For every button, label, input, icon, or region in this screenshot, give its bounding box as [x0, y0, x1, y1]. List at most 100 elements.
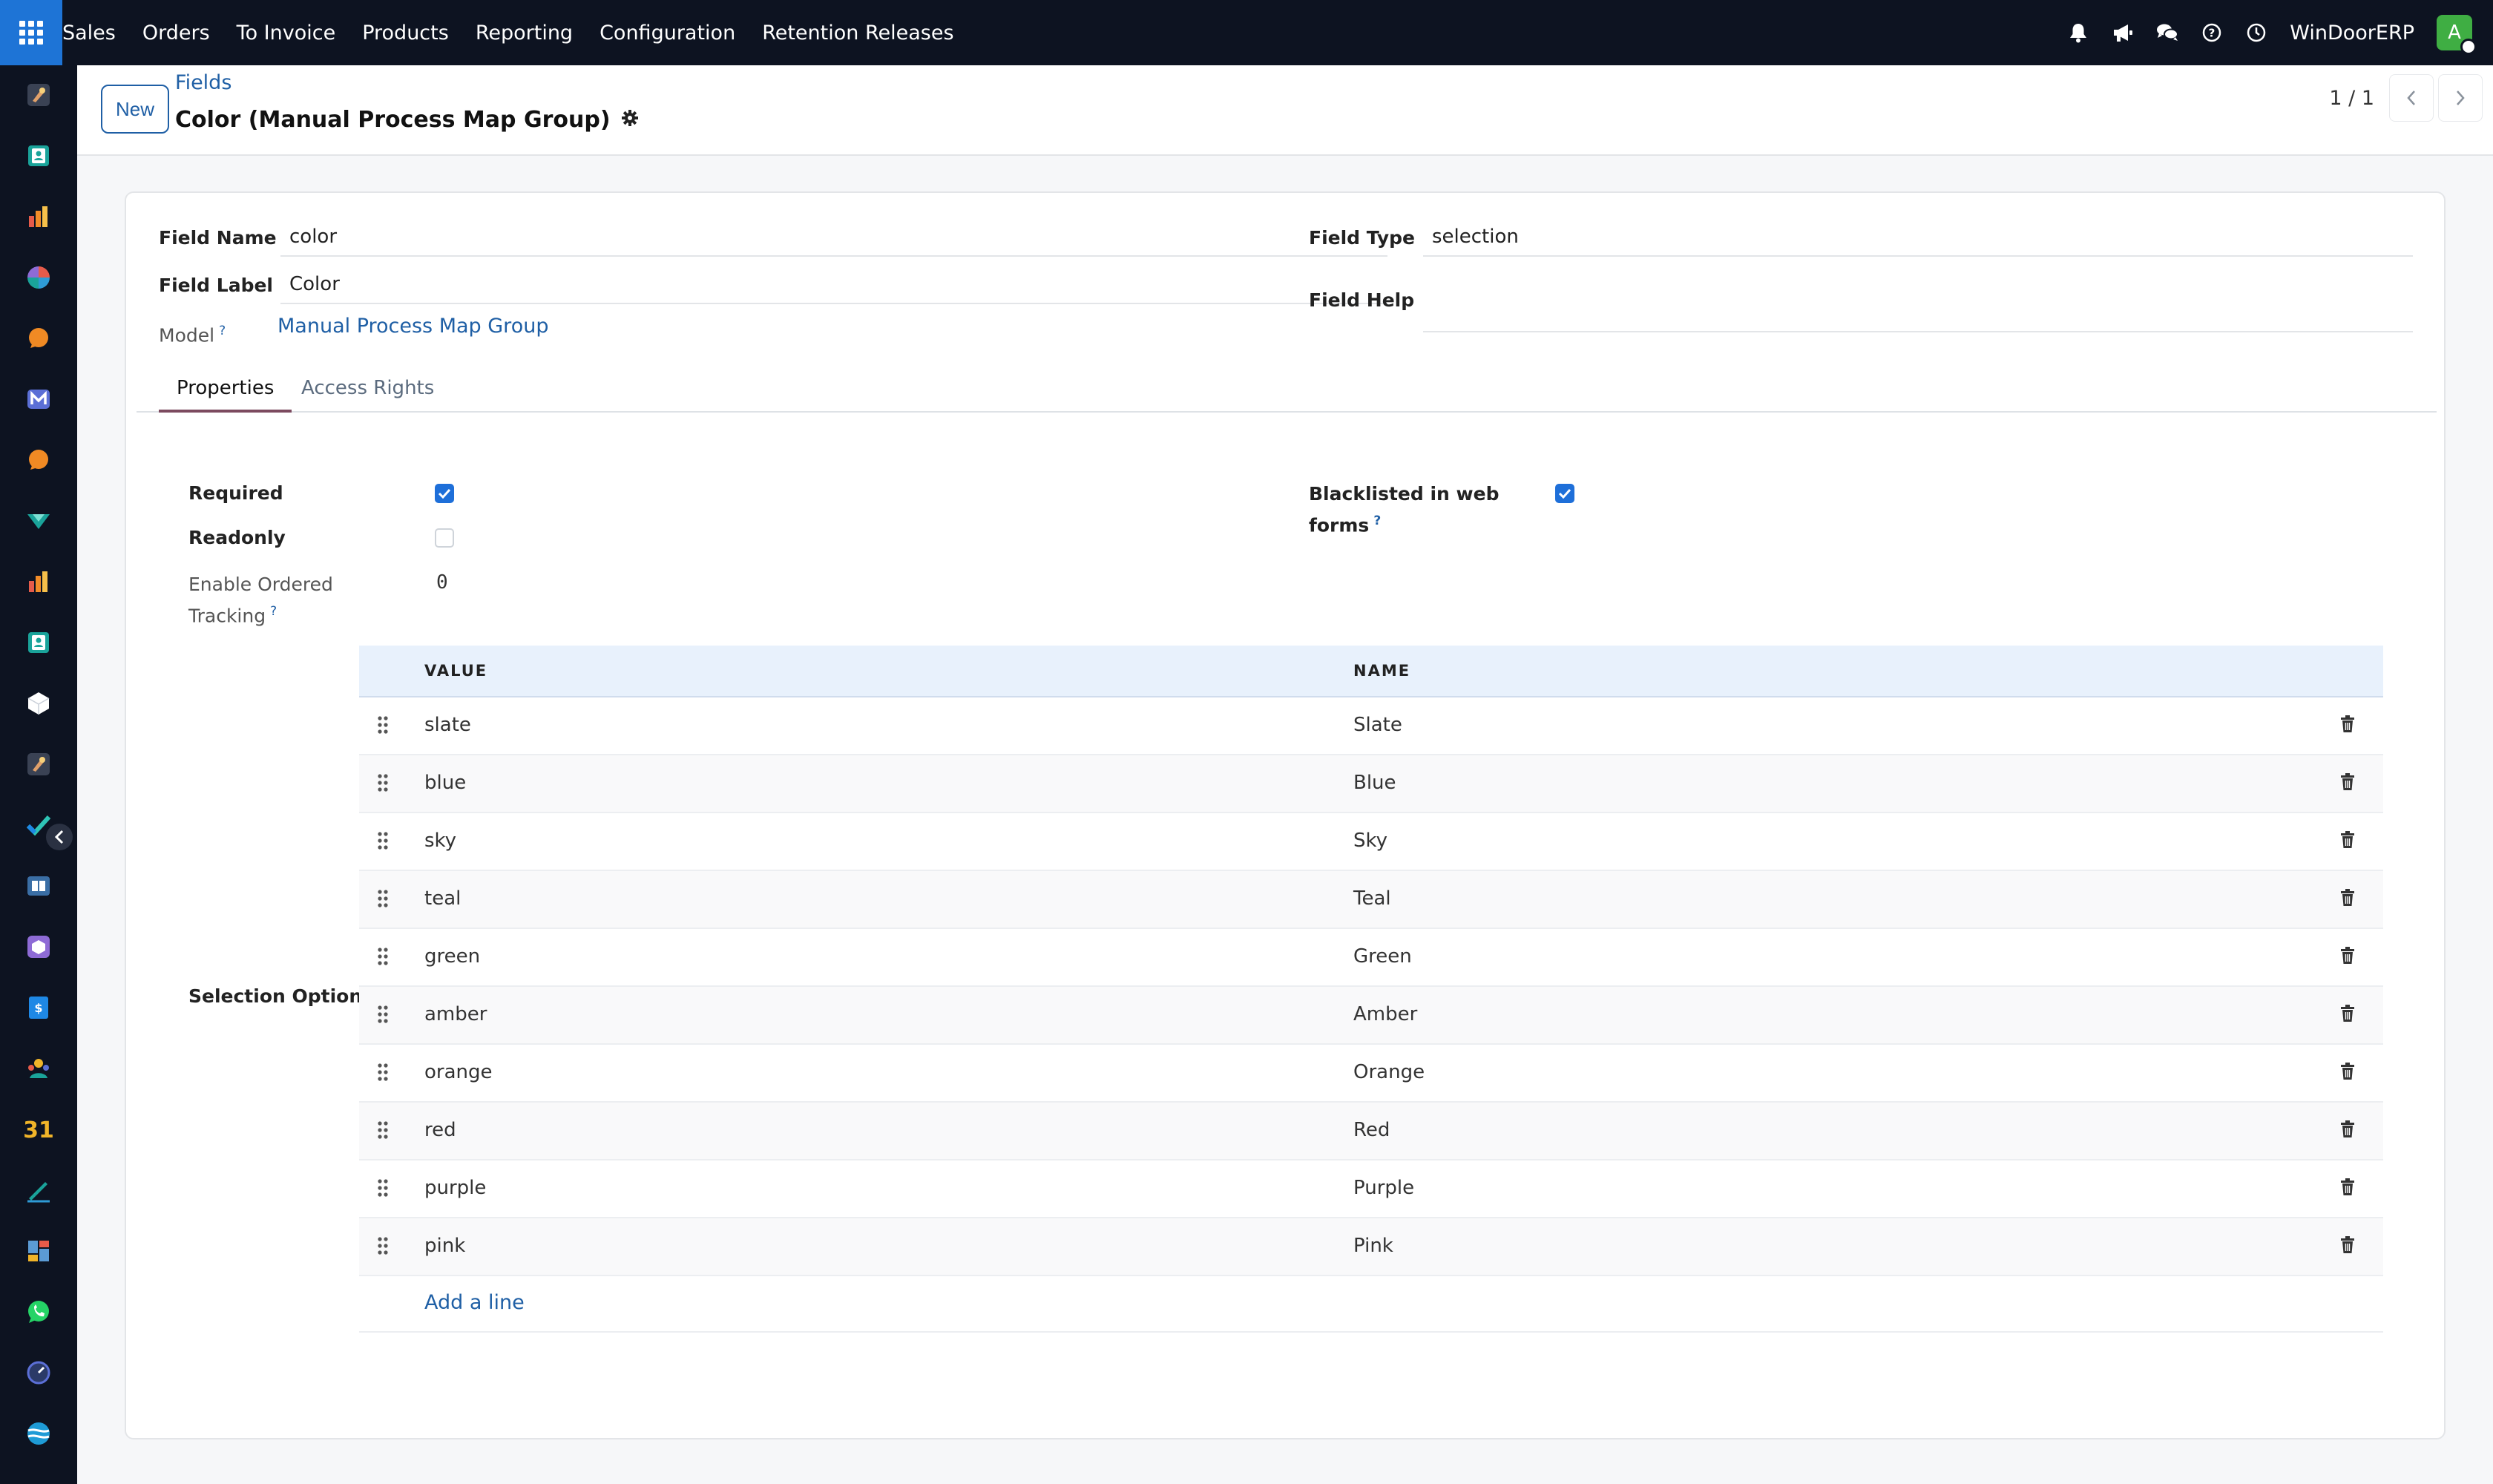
drag-handle-icon[interactable]	[377, 947, 389, 969]
required-checkbox[interactable]	[435, 484, 454, 503]
field-type-select[interactable]: selection	[1423, 218, 2413, 257]
cell-value[interactable]: green	[424, 945, 480, 968]
column-header-value[interactable]: VALUE	[424, 662, 487, 680]
table-row[interactable]: purple Purple	[359, 1160, 2383, 1218]
app-calendar-icon[interactable]: 31	[24, 1114, 53, 1144]
cell-value[interactable]: amber	[424, 1003, 487, 1025]
menu-reporting[interactable]: Reporting	[462, 22, 586, 45]
app-sign-icon[interactable]	[24, 1175, 53, 1205]
app-packages-icon[interactable]	[24, 932, 53, 962]
tab-properties[interactable]: Properties	[159, 365, 292, 413]
drag-handle-icon[interactable]	[377, 831, 389, 853]
cell-name[interactable]: Orange	[1353, 1061, 1425, 1083]
drag-handle-icon[interactable]	[377, 1120, 389, 1143]
app-discuss-icon[interactable]	[24, 263, 53, 292]
cell-name[interactable]: Green	[1353, 945, 1412, 968]
app-team-icon[interactable]	[24, 1054, 53, 1083]
table-row[interactable]: amber Amber	[359, 987, 2383, 1045]
table-row[interactable]: green Green	[359, 929, 2383, 987]
menu-products[interactable]: Products	[349, 22, 462, 45]
sidebar-collapse-button[interactable]	[46, 824, 73, 850]
field-help-input[interactable]	[1423, 306, 2413, 332]
app-stats-icon[interactable]	[24, 567, 53, 597]
app-contacts-icon[interactable]	[24, 141, 53, 171]
cell-value[interactable]: teal	[424, 887, 461, 910]
cell-name[interactable]: Slate	[1353, 714, 1402, 736]
app-cookbook-icon[interactable]	[24, 80, 53, 110]
drag-handle-icon[interactable]	[377, 889, 389, 911]
trash-icon[interactable]	[2340, 1120, 2355, 1141]
app-billing-icon[interactable]: $	[24, 993, 53, 1022]
cell-name[interactable]: Purple	[1353, 1177, 1414, 1199]
app-chat-icon[interactable]	[24, 324, 53, 353]
cell-value[interactable]: slate	[424, 714, 471, 736]
ordered-tracking-help-icon[interactable]: ?	[270, 604, 277, 619]
app-product-icon[interactable]	[24, 689, 53, 718]
cell-name[interactable]: Pink	[1353, 1235, 1393, 1257]
pager-previous-button[interactable]	[2389, 74, 2434, 122]
table-row[interactable]: sky Sky	[359, 813, 2383, 871]
menu-to-invoice[interactable]: To Invoice	[223, 22, 349, 45]
table-row[interactable]: pink Pink	[359, 1218, 2383, 1276]
table-row[interactable]: blue Blue	[359, 755, 2383, 813]
menu-configuration[interactable]: Configuration	[586, 22, 749, 45]
app-sphere-icon[interactable]	[24, 1419, 53, 1448]
app-livechat-icon[interactable]	[24, 445, 53, 475]
trash-icon[interactable]	[2340, 715, 2355, 736]
app-knowledge-icon[interactable]	[24, 871, 53, 901]
ordered-tracking-value[interactable]: 0	[436, 571, 448, 594]
trash-icon[interactable]	[2340, 1063, 2355, 1083]
cell-value[interactable]: orange	[424, 1061, 493, 1083]
drag-handle-icon[interactable]	[377, 715, 389, 738]
cell-name[interactable]: Red	[1353, 1119, 1390, 1141]
app-switcher-button[interactable]	[0, 0, 62, 65]
table-row[interactable]: red Red	[359, 1103, 2383, 1160]
cell-name[interactable]: Amber	[1353, 1003, 1417, 1025]
clock-icon[interactable]	[2245, 22, 2267, 44]
app-inventory-icon[interactable]	[24, 506, 53, 536]
trash-icon[interactable]	[2340, 831, 2355, 852]
drag-handle-icon[interactable]	[377, 1236, 389, 1258]
megaphone-icon[interactable]	[2112, 22, 2134, 44]
bell-icon[interactable]	[2067, 22, 2089, 44]
trash-icon[interactable]	[2340, 889, 2355, 910]
cell-name[interactable]: Sky	[1353, 830, 1387, 852]
app-mail-icon[interactable]	[24, 384, 53, 414]
trash-icon[interactable]	[2340, 1178, 2355, 1199]
menu-retention-releases[interactable]: Retention Releases	[749, 22, 967, 45]
readonly-checkbox[interactable]	[435, 528, 454, 548]
user-avatar[interactable]: A	[2437, 15, 2477, 55]
chat-icon[interactable]	[2156, 22, 2179, 44]
drag-handle-icon[interactable]	[377, 1178, 389, 1201]
menu-sales[interactable]: Sales	[62, 22, 129, 45]
model-link[interactable]: Manual Process Map Group	[277, 315, 548, 338]
cell-value[interactable]: pink	[424, 1235, 465, 1257]
app-craft-icon[interactable]	[24, 749, 53, 779]
drag-handle-icon[interactable]	[377, 1005, 389, 1027]
cell-value[interactable]: red	[424, 1119, 456, 1141]
pager-next-button[interactable]	[2438, 74, 2483, 122]
column-header-name[interactable]: NAME	[1353, 662, 1410, 680]
pager-value[interactable]: 1 / 1	[2329, 87, 2374, 110]
app-whatsapp-icon[interactable]	[24, 1297, 53, 1327]
cell-name[interactable]: Teal	[1353, 887, 1391, 910]
cell-value[interactable]: blue	[424, 772, 466, 794]
drag-handle-icon[interactable]	[377, 1063, 389, 1085]
menu-orders[interactable]: Orders	[129, 22, 223, 45]
app-dashboard-icon[interactable]	[24, 1236, 53, 1266]
trash-icon[interactable]	[2340, 1005, 2355, 1025]
cell-name[interactable]: Blue	[1353, 772, 1396, 794]
table-row[interactable]: teal Teal	[359, 871, 2383, 929]
trash-icon[interactable]	[2340, 947, 2355, 968]
model-help-icon[interactable]: ?	[219, 324, 226, 338]
cell-value[interactable]: purple	[424, 1177, 486, 1199]
add-line-link[interactable]: Add a line	[424, 1291, 525, 1314]
trash-icon[interactable]	[2340, 773, 2355, 794]
new-button[interactable]: New	[101, 85, 169, 134]
company-name[interactable]: WinDoorERP	[2290, 22, 2414, 45]
app-employees-icon[interactable]	[24, 628, 53, 657]
cell-value[interactable]: sky	[424, 830, 456, 852]
app-reporting-icon[interactable]	[24, 202, 53, 232]
gear-icon[interactable]	[621, 107, 639, 133]
table-row[interactable]: slate Slate	[359, 697, 2383, 755]
